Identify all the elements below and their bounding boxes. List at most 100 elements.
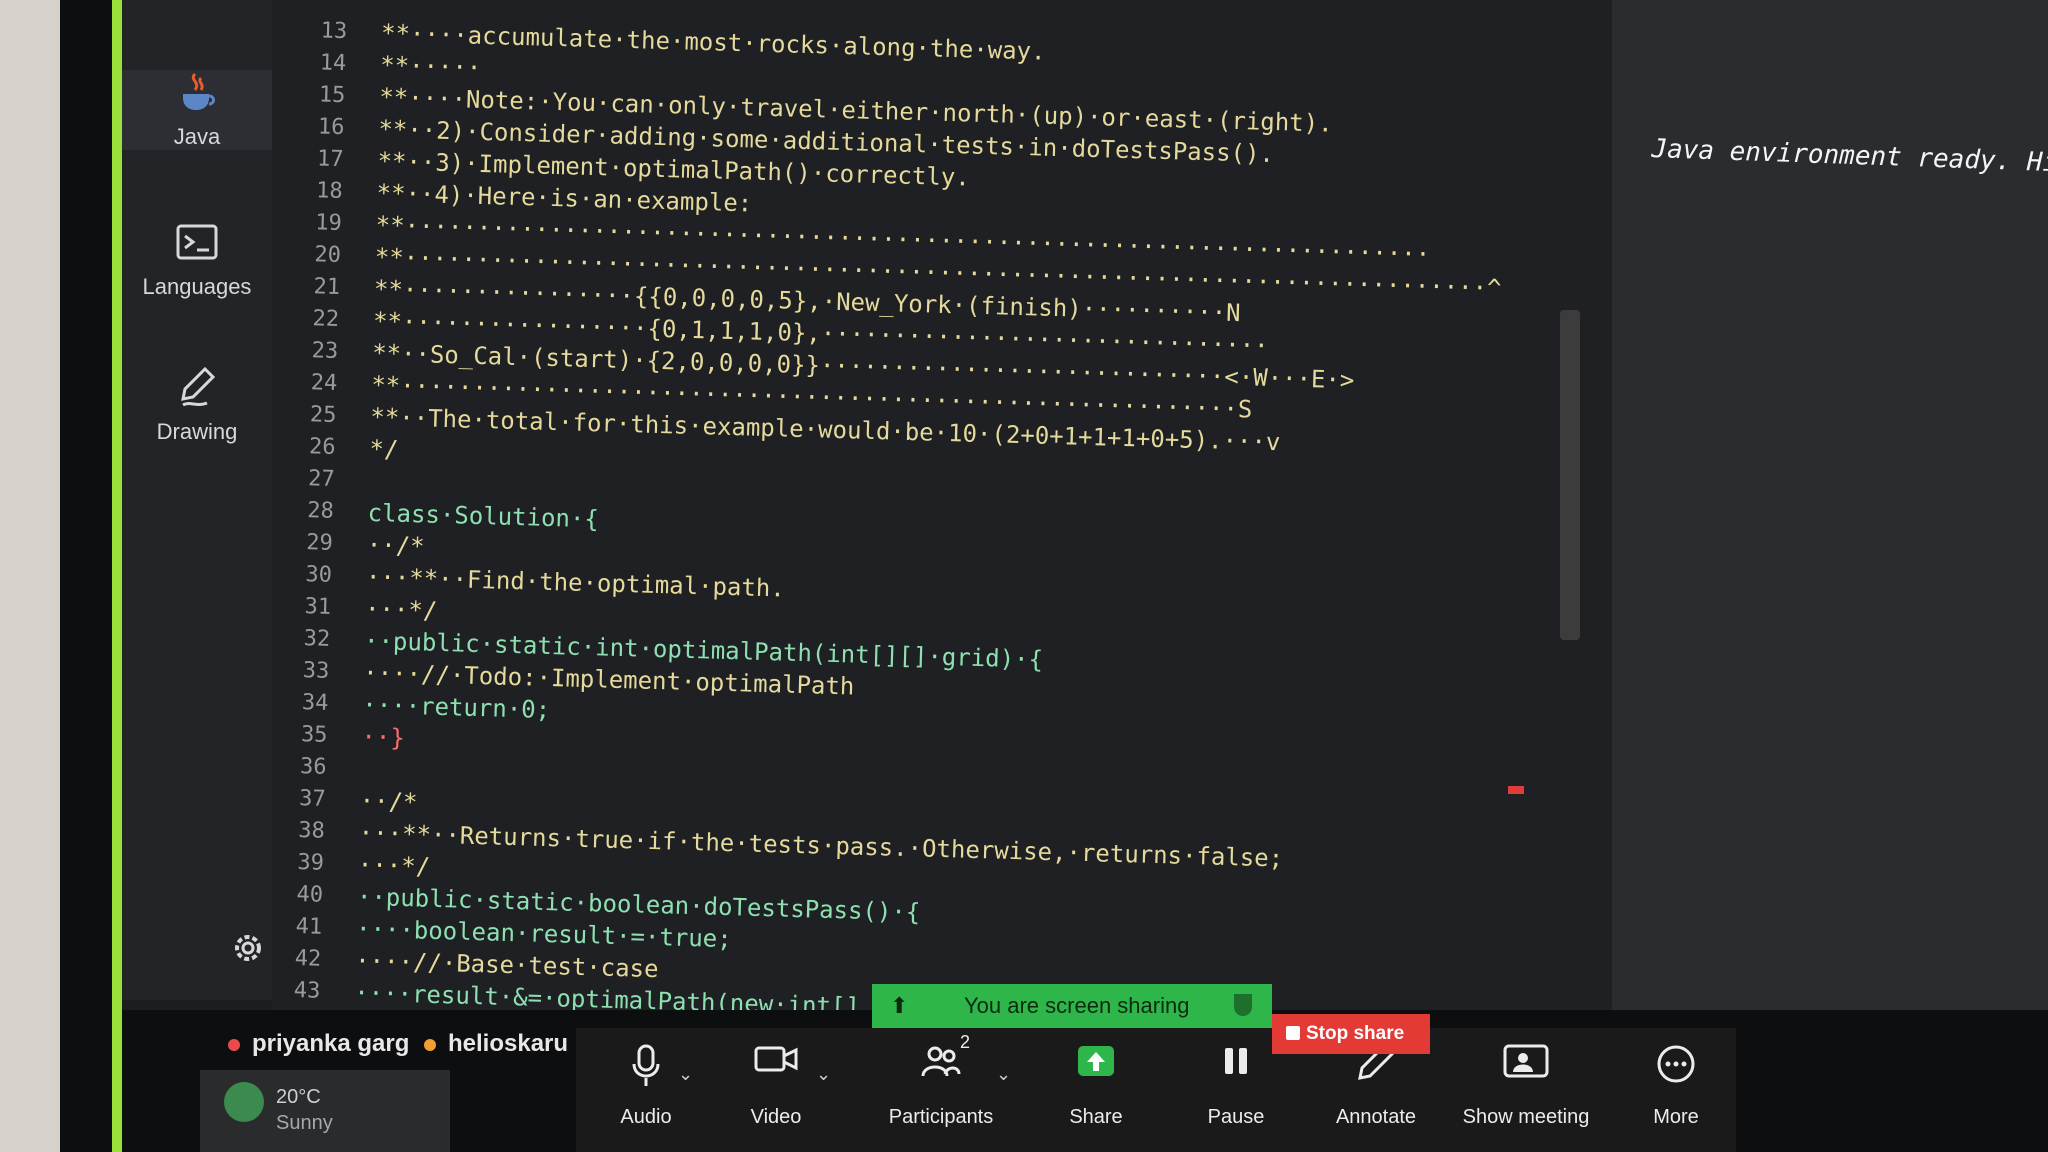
presence-name: priyanka garg: [252, 1030, 410, 1057]
line-number: 39: [297, 850, 325, 876]
stop-share-label: Stop share: [1306, 1023, 1405, 1044]
line-number: 23: [311, 338, 339, 364]
sidebar-item-label: Languages: [142, 274, 252, 299]
video-button[interactable]: Video: [726, 1028, 826, 1152]
more-label: More: [1653, 1106, 1699, 1128]
participants-label: Participants: [888, 1106, 994, 1128]
screen-sharing-banner[interactable]: ⬆ You are screen sharing: [872, 984, 1272, 1028]
audio-options-chevron-icon[interactable]: ⌄: [678, 1064, 693, 1085]
camera-icon: [754, 1046, 798, 1072]
participants-button[interactable]: Participants: [866, 1028, 1016, 1152]
line-number: 29: [306, 530, 334, 556]
screen-share-border: [112, 0, 122, 1152]
participant-count-badge: 2: [960, 1032, 971, 1052]
line-number: 32: [303, 626, 331, 652]
pause-label: Pause: [1207, 1106, 1265, 1128]
screen-sharing-text: You are screen sharing: [964, 993, 1190, 1018]
participants-options-chevron-icon[interactable]: ⌄: [996, 1064, 1011, 1085]
presence-user: priyanka garg: [228, 1030, 409, 1058]
pen-icon: [181, 366, 216, 407]
zoom-toolbar: Audio ⌄ Video ⌄ Participants ⌄ Share Pau…: [576, 1028, 1736, 1152]
show-meeting-label: Show meeting: [1462, 1106, 1590, 1128]
more-ellipsis-icon: [1657, 1045, 1695, 1083]
presence-user: helioskaru: [424, 1030, 568, 1058]
line-number: 20: [314, 242, 342, 269]
console-panel[interactable]: Java environment ready. Hit: [1612, 0, 2048, 1152]
line-number: 21: [313, 274, 341, 301]
participants-icon: [921, 1046, 961, 1077]
audio-button[interactable]: Audio: [596, 1028, 696, 1152]
line-number: 17: [316, 146, 344, 173]
more-button[interactable]: More: [1626, 1028, 1726, 1152]
presence-dot: [228, 1038, 240, 1051]
sidebar: Java Languages Drawing: [122, 0, 273, 1000]
microphone-icon: [632, 1044, 660, 1086]
share-arrow-icon: ⬆: [890, 993, 909, 1018]
pause-button[interactable]: Pause: [1186, 1028, 1286, 1152]
code-text: **·····: [379, 51, 482, 82]
presence-name: helioskaru: [448, 1030, 569, 1057]
share-label: Share: [1069, 1106, 1123, 1128]
line-number: 14: [319, 50, 347, 77]
line-number: 42: [294, 946, 322, 972]
sidebar-item-label: Drawing: [156, 419, 238, 444]
line-number: 33: [302, 658, 330, 684]
code-text: ···*/: [357, 850, 431, 881]
code-text: ····return·0;: [361, 690, 551, 725]
line-number: 16: [317, 114, 345, 141]
error-marker: [1508, 786, 1524, 794]
code-text: ··}: [361, 722, 406, 752]
line-number: 28: [306, 498, 335, 524]
line-number: 24: [310, 370, 338, 396]
line-number: 31: [304, 594, 332, 620]
code-text: */: [369, 434, 399, 464]
weather-condition: Sunny: [276, 1112, 333, 1134]
line-number: 25: [309, 402, 337, 428]
line-number: 22: [312, 306, 340, 332]
stop-icon: [1286, 1026, 1300, 1040]
line-number: 35: [300, 722, 328, 748]
taskbar-weather-widget[interactable]: 20°C Sunny: [200, 1070, 450, 1152]
sidebar-item-label: Java: [173, 124, 221, 149]
shield-icon: [1234, 994, 1252, 1016]
line-number: 40: [296, 882, 324, 908]
line-number: 13: [320, 18, 348, 45]
code-text: ··/*: [359, 786, 418, 817]
code-text: ···*/: [364, 594, 438, 625]
audio-label: Audio: [620, 1106, 672, 1128]
share-arrow-icon: [1078, 1046, 1114, 1076]
pause-icon: [1225, 1048, 1247, 1074]
show-meeting-icon: [1503, 1044, 1549, 1078]
video-options-chevron-icon[interactable]: ⌄: [816, 1064, 831, 1085]
line-number: 34: [301, 690, 329, 716]
gear-icon[interactable]: [228, 928, 268, 968]
line-number: 37: [298, 786, 327, 812]
line-number: 30: [305, 562, 333, 588]
line-number: 43: [293, 978, 321, 1004]
presence-dot: [424, 1038, 436, 1051]
editor-scrollbar[interactable]: [1560, 310, 1580, 640]
annotate-label: Annotate: [1335, 1106, 1417, 1128]
code-area[interactable]: 13 **····accumulate·the·most·rocks·along·…: [272, 0, 1611, 1010]
weather-temperature: 20°C: [276, 1086, 321, 1108]
line-number: 36: [299, 754, 327, 780]
line-number: 15: [318, 82, 346, 109]
code-text: ··/*: [366, 530, 425, 561]
line-number: 38: [297, 818, 326, 844]
show-meeting-button[interactable]: Show meeting: [1446, 1028, 1606, 1152]
terminal-icon: [176, 224, 218, 260]
code-editor[interactable]: 13 **····accumulate·the·most·rocks·along·…: [272, 0, 1612, 1010]
stop-share-button[interactable]: Stop share: [1272, 1014, 1430, 1054]
line-number: 41: [295, 914, 323, 940]
video-label: Video: [750, 1106, 802, 1128]
java-cup-icon: [183, 72, 215, 110]
sidebar-item-languages[interactable]: Languages: [122, 220, 272, 300]
weather-icon: [224, 1082, 264, 1122]
line-number: 18: [315, 178, 344, 205]
code-text: ···**··Returns·true·if·the·tests·pass.·O…: [358, 818, 1284, 873]
sidebar-item-drawing[interactable]: Drawing: [122, 365, 272, 445]
share-button[interactable]: Share: [1046, 1028, 1146, 1152]
sidebar-item-java[interactable]: Java: [122, 70, 272, 150]
console-output: Java environment ready. Hit: [1650, 134, 2048, 179]
line-number: 19: [314, 210, 343, 237]
